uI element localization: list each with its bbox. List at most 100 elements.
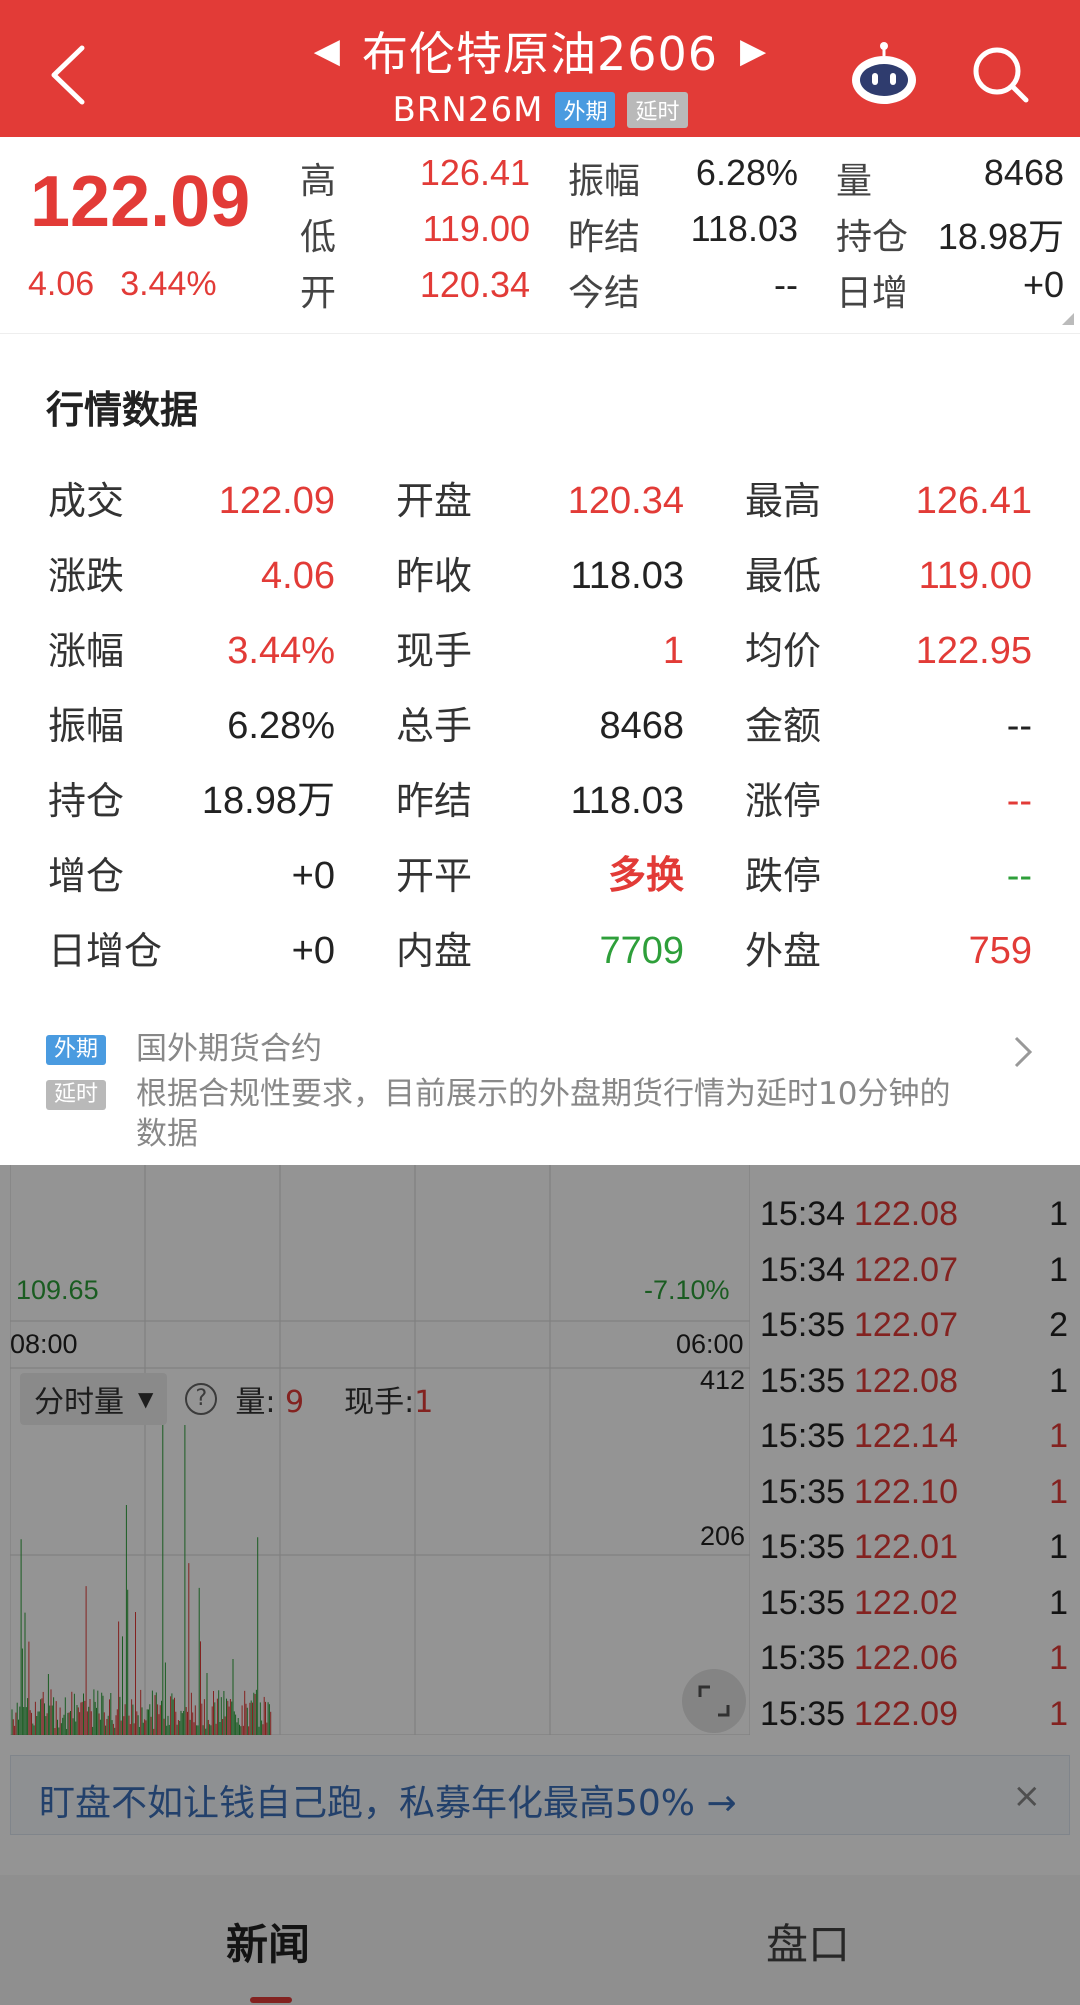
volume-type-label: 分时量	[34, 1385, 124, 1420]
tick-time: 15:35	[760, 1528, 846, 1566]
market-data-value: 122.95	[915, 630, 1032, 672]
market-data-value: 126.41	[915, 480, 1032, 522]
market-data-label: 涨跌	[48, 554, 125, 598]
tick-volume: 1	[1049, 1361, 1068, 1400]
low-price-label: 109.65	[16, 1275, 99, 1305]
quote-value: 126.41	[419, 152, 530, 193]
tick-volume: 1	[1049, 1528, 1068, 1566]
quote-label: 日增	[836, 273, 909, 314]
tab-orderbook[interactable]: 盘口	[766, 1911, 850, 1972]
quote-value: 6.28%	[695, 152, 798, 193]
tick-price: 122.06	[854, 1639, 958, 1677]
bottom-tabs: 新闻 盘口	[0, 1875, 1080, 2005]
low-pct-label: -7.10%	[644, 1275, 730, 1305]
tick-time: 15:34	[760, 1195, 846, 1233]
tick-price: 122.09	[854, 1694, 958, 1733]
tick-row: 15:34 122.08 1	[752, 1195, 1080, 1250]
quote-label: 昨结	[568, 217, 641, 258]
quote-value: 119.00	[422, 208, 530, 249]
tick-volume: 1	[1049, 1250, 1068, 1289]
next-contract-icon[interactable]: ▶	[740, 34, 766, 68]
volume-toolbar: 分时量 ▼ ? 量: 9 现手:1	[20, 1373, 433, 1425]
tick-row: 15:35 122.09 1	[752, 1695, 1080, 1750]
market-data-label: 持仓	[48, 779, 125, 823]
tick-time: 15:35	[760, 1306, 846, 1344]
tick-row: 15:35 122.08 1	[752, 1362, 1080, 1417]
tick-row: 15:35 122.01 1	[752, 1528, 1080, 1583]
tick-price: 122.14	[854, 1417, 958, 1455]
chevron-right-icon[interactable]	[1010, 1032, 1036, 1072]
quote-value: --	[774, 264, 798, 305]
market-data-label: 最高	[745, 479, 822, 523]
note-delay-tag: 延时	[46, 1080, 107, 1110]
market-data-value: 8468	[599, 705, 684, 747]
fullscreen-button[interactable]	[682, 1669, 746, 1733]
search-icon[interactable]	[970, 44, 1032, 106]
promo-text[interactable]: 盯盘不如让钱自己跑，私募年化最高50% →	[39, 1774, 737, 1826]
volume-type-select[interactable]: 分时量 ▼	[20, 1373, 168, 1425]
time-start-label: 08:00	[10, 1329, 78, 1359]
tab-news[interactable]: 新闻	[226, 1911, 310, 1972]
active-tab-indicator	[250, 1997, 292, 2003]
tick-price: 122.07	[854, 1306, 958, 1344]
hand-label: 现手:1	[344, 1385, 434, 1420]
tick-time: 15:35	[760, 1361, 846, 1400]
quote-value: +0	[1022, 264, 1064, 305]
market-data-label: 金额	[745, 704, 822, 748]
note-delay-text: 根据合规性要求，目前展示的外盘期货行情为延时10分钟的数据	[136, 1076, 951, 1152]
market-data-value: 118.03	[570, 555, 684, 597]
quote-label: 高	[300, 161, 337, 202]
tick-row: 15:35 122.02 1	[752, 1584, 1080, 1639]
quote-label: 振幅	[568, 161, 641, 202]
market-data-value: 6.28%	[227, 705, 335, 747]
note-delay: 延时 根据合规性要求，目前展示的外盘期货行情为延时10分钟的数据	[46, 1074, 976, 1154]
market-data-value: 18.98万	[201, 780, 335, 822]
quote-label: 低	[300, 217, 337, 258]
market-data-label: 涨幅	[48, 629, 125, 673]
market-data-value: +0	[291, 855, 335, 897]
fullscreen-icon	[698, 1685, 730, 1717]
market-data-label: 最低	[745, 554, 822, 598]
promo-banner[interactable]: 盯盘不如让钱自己跑，私募年化最高50% → ×	[10, 1755, 1070, 1835]
market-data-label: 跌停	[745, 854, 822, 898]
market-data-value: 118.03	[570, 780, 684, 822]
quote-value: 120.34	[419, 264, 530, 305]
market-data-value: 3.44%	[227, 630, 335, 672]
tick-row: 15:35 122.06 1	[752, 1639, 1080, 1694]
tick-volume: 1	[1049, 1195, 1068, 1233]
market-data-label: 现手	[396, 629, 473, 673]
robot-assistant-icon[interactable]	[848, 40, 920, 110]
tick-time: 15:35	[760, 1472, 846, 1511]
close-icon[interactable]: ×	[1013, 1776, 1042, 1816]
foreign-tag: 外期	[555, 92, 616, 128]
help-icon[interactable]: ?	[185, 1383, 218, 1415]
expand-corner-icon[interactable]	[1062, 313, 1074, 325]
market-data-value: 119.00	[918, 555, 1032, 597]
market-data-label: 昨结	[396, 779, 473, 823]
market-data-value: --	[1006, 780, 1032, 822]
quote-value: 18.98万	[937, 216, 1064, 257]
tick-volume: 1	[1049, 1583, 1068, 1622]
top-bar: ◀ 布伦特原油2606 ▶ BRN26M 外期 延时	[0, 0, 1080, 137]
market-data-panel: 行情数据 成交 122.09 开盘 120.34 最高 126.41 涨跌 4.06 昨收 118…	[0, 334, 1080, 1165]
market-data-value: 4.06	[261, 555, 335, 597]
market-data-label: 成交	[48, 479, 125, 523]
tick-row: 15:35 122.10 1	[752, 1473, 1080, 1528]
tick-time: 15:35	[760, 1694, 846, 1733]
tick-volume: 1	[1049, 1639, 1068, 1677]
change-value: 4.06	[28, 265, 95, 303]
tick-price: 122.08	[854, 1361, 958, 1400]
tick-volume: 1	[1049, 1694, 1068, 1733]
change-percent: 3.44%	[120, 265, 217, 303]
market-data-label: 总手	[396, 704, 473, 748]
market-data-label: 外盘	[745, 929, 822, 973]
tick-row: 15:35 122.14 1	[752, 1417, 1080, 1472]
contract-code: BRN26M	[392, 90, 544, 130]
tick-volume: 1	[1049, 1417, 1068, 1455]
tick-price: 122.01	[854, 1528, 958, 1566]
prev-contract-icon[interactable]: ◀	[314, 34, 340, 68]
market-data-label: 开平	[396, 854, 473, 898]
note-foreign: 外期 国外期货合约	[46, 1029, 976, 1069]
contract-title: 布伦特原油2606	[361, 27, 719, 81]
market-data-value: 7709	[599, 930, 684, 972]
